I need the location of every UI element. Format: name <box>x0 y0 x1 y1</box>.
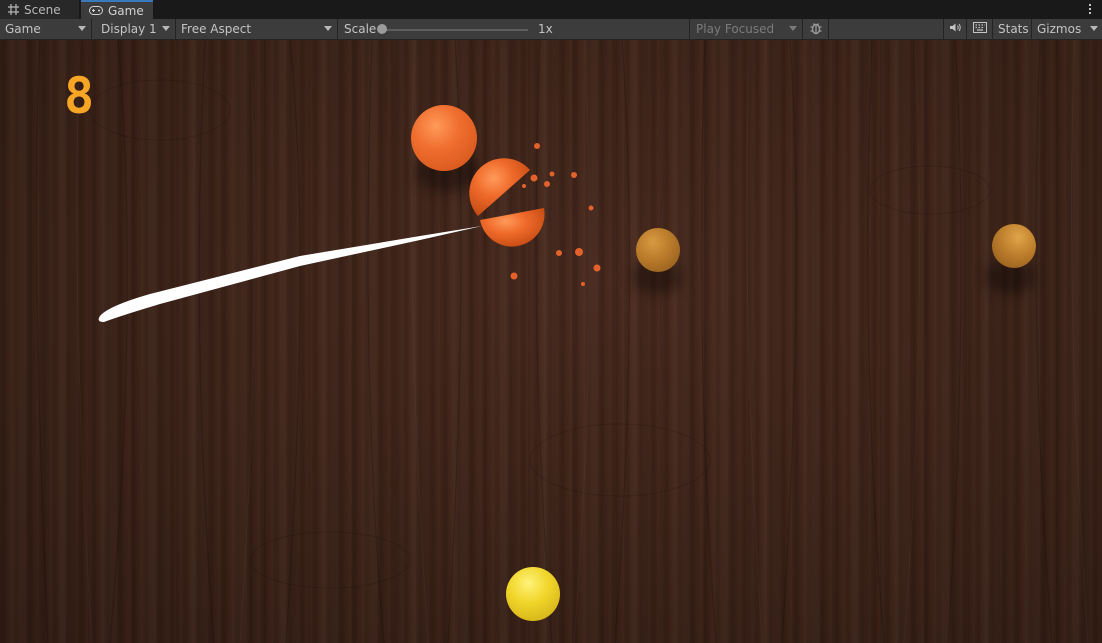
editor-tab-bar: Scene Game <box>0 0 1102 20</box>
view-mode-dropdown[interactable]: Game <box>0 19 92 39</box>
stats-label: Stats <box>998 22 1029 36</box>
grid-icon <box>8 4 19 15</box>
scale-label: Scale <box>344 22 377 36</box>
aspect-value: Free Aspect <box>181 22 252 36</box>
brown-fruit <box>992 224 1036 268</box>
chevron-down-icon <box>162 26 170 31</box>
brown-fruit <box>636 228 680 272</box>
chevron-down-icon <box>1090 26 1098 31</box>
chevron-down-icon <box>789 26 797 31</box>
debug-button[interactable] <box>804 19 829 39</box>
view-mode-value: Game <box>5 22 41 36</box>
bug-icon <box>809 21 823 38</box>
gizmos-dropdown[interactable]: Gizmos <box>1032 19 1102 39</box>
chevron-down-icon <box>324 26 332 31</box>
stats-button[interactable]: Stats <box>993 19 1032 39</box>
aspect-dropdown[interactable]: Free Aspect <box>176 19 338 39</box>
game-viewport[interactable]: 8 <box>0 40 1102 643</box>
scale-value: 1x <box>538 22 553 36</box>
mute-audio-button[interactable] <box>943 19 967 39</box>
scale-slider-thumb[interactable] <box>377 24 387 34</box>
tab-scene-label: Scene <box>24 2 61 17</box>
scale-control: Scale 1x <box>339 19 690 39</box>
play-mode-value: Play Focused <box>696 22 775 36</box>
display-dropdown[interactable]: Display 1 <box>96 19 176 39</box>
keyboard-icon <box>972 22 987 36</box>
chevron-down-icon <box>78 26 86 31</box>
scale-slider-track[interactable] <box>382 29 528 31</box>
display-value: Display 1 <box>101 22 157 36</box>
kebab-menu-icon[interactable] <box>1084 2 1096 16</box>
tab-game[interactable]: Game <box>81 0 153 19</box>
shortcuts-button[interactable] <box>967 19 993 39</box>
speaker-icon <box>949 22 962 36</box>
yellow-fruit <box>506 567 560 621</box>
tab-game-label: Game <box>108 3 144 18</box>
juice-droplets <box>510 143 601 286</box>
gamepad-icon <box>89 6 103 15</box>
play-mode-dropdown[interactable]: Play Focused <box>691 19 803 39</box>
tab-scene[interactable]: Scene <box>0 0 79 19</box>
gizmos-label: Gizmos <box>1037 22 1082 36</box>
game-view-toolbar: Game Display 1 Free Aspect Scale 1x Play… <box>0 19 1102 40</box>
